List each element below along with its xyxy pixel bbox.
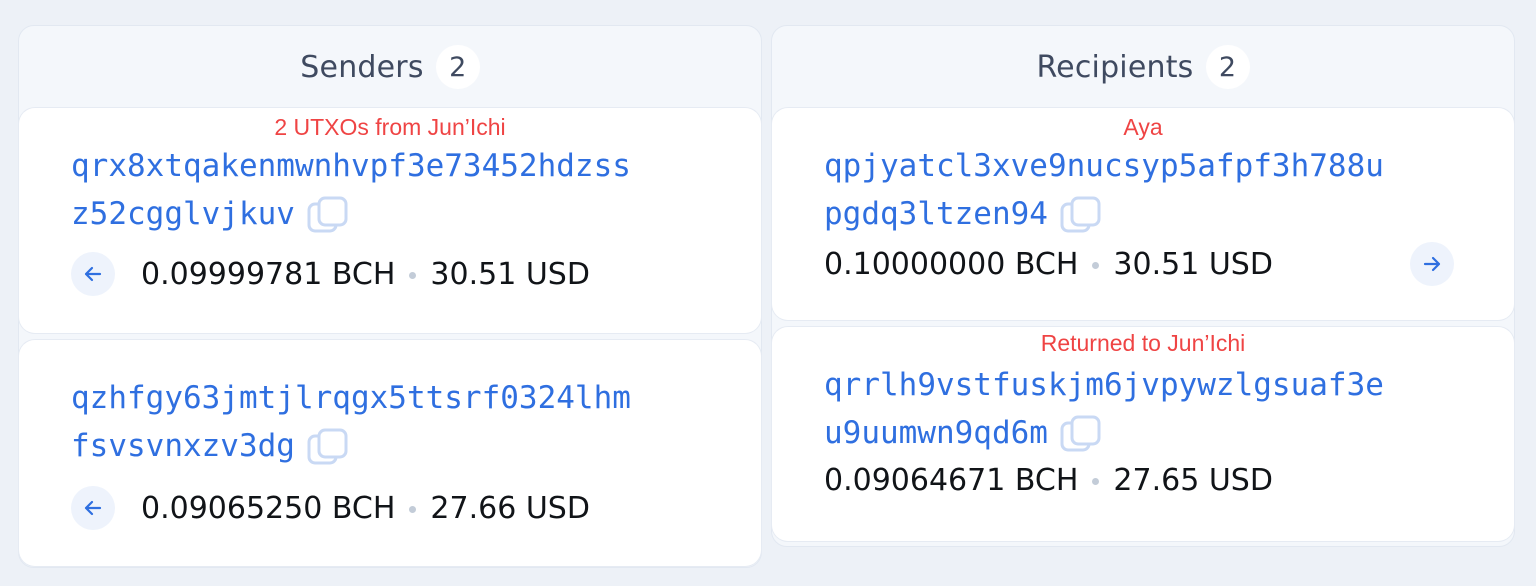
address-line[interactable]: u9uumwn9qd6m: [824, 415, 1048, 451]
address-line[interactable]: qpjyatcl3xve9nucsyp5afpf3h788u: [824, 148, 1384, 184]
senders-panel: Senders 2 2 UTXOs from Jun’Ichi qrx8xtqa…: [18, 25, 762, 568]
sender-note: 2 UTXOs from Jun’Ichi: [274, 114, 506, 140]
sender-card: qzhfgy63jmtjlrqgx5ttsrf0324lhm fsvsvnxzv…: [19, 340, 761, 566]
copy-icon[interactable]: [307, 196, 351, 236]
separator-dot: [1092, 261, 1100, 269]
arrow-left-icon[interactable]: [71, 486, 115, 530]
recipients-header: Recipients 2: [772, 26, 1514, 108]
bch-amount: 0.09065250 BCH: [141, 490, 396, 526]
recipients-count-badge: 2: [1205, 45, 1250, 89]
senders-title: Senders: [300, 49, 424, 85]
separator-dot: [409, 271, 417, 279]
copy-icon[interactable]: [1060, 415, 1104, 455]
usd-amount: 30.51 USD: [430, 256, 590, 292]
separator-dot: [409, 505, 417, 513]
address-line[interactable]: qrx8xtqakenmwnhvpf3e73452hdzss: [71, 148, 631, 184]
recipient-address[interactable]: qrrlh9vstfuskjm6jvpywzlgsuaf3e u9uumwn9q…: [824, 361, 1464, 457]
address-line[interactable]: fsvsvnxzv3dg: [71, 428, 295, 464]
amount-row: 0.10000000 BCH 30.51 USD: [824, 242, 1454, 286]
address-line[interactable]: qrrlh9vstfuskjm6jvpywzlgsuaf3e: [824, 367, 1384, 403]
arrow-left-icon[interactable]: [71, 252, 115, 296]
usd-amount: 27.65 USD: [1113, 463, 1273, 498]
amount-row: 0.09999781 BCH 30.51 USD: [71, 252, 701, 296]
sender-address[interactable]: qrx8xtqakenmwnhvpf3e73452hdzss z52cgglvj…: [71, 142, 711, 238]
sender-card: 2 UTXOs from Jun’Ichi qrx8xtqakenmwnhvpf…: [19, 108, 761, 333]
usd-amount: 27.66 USD: [430, 490, 590, 526]
address-line[interactable]: qzhfgy63jmtjlrqgx5ttsrf0324lhm: [71, 380, 631, 416]
amount-row: 0.09065250 BCH 27.66 USD: [71, 486, 701, 530]
bch-amount: 0.09064671 BCH: [824, 463, 1079, 498]
address-line[interactable]: z52cgglvjkuv: [71, 196, 295, 232]
copy-icon[interactable]: [307, 428, 351, 468]
usd-amount: 30.51 USD: [1113, 246, 1273, 282]
arrow-right-icon[interactable]: [1410, 242, 1454, 286]
copy-icon[interactable]: [1060, 196, 1104, 236]
bch-amount: 0.09999781 BCH: [141, 256, 396, 292]
recipient-note: Returned to Jun’Ichi: [1040, 330, 1246, 356]
bch-amount: 0.10000000 BCH: [824, 246, 1079, 282]
senders-header: Senders 2: [19, 26, 761, 108]
recipient-note: Aya: [1123, 114, 1163, 140]
amount-row: 0.09064671 BCH 27.65 USD: [824, 463, 1454, 498]
separator-dot: [1092, 478, 1100, 485]
recipients-title: Recipients: [1036, 49, 1194, 85]
address-line[interactable]: pgdq3ltzen94: [824, 196, 1048, 232]
senders-count-badge: 2: [435, 45, 480, 89]
recipient-card: Returned to Jun’Ichi qrrlh9vstfuskjm6jvp…: [772, 327, 1514, 541]
recipient-address[interactable]: qpjyatcl3xve9nucsyp5afpf3h788u pgdq3ltze…: [824, 142, 1464, 238]
sender-address[interactable]: qzhfgy63jmtjlrqgx5ttsrf0324lhm fsvsvnxzv…: [71, 374, 711, 470]
recipient-card: Aya qpjyatcl3xve9nucsyp5afpf3h788u pgdq3…: [772, 108, 1514, 320]
recipients-panel: Recipients 2 Aya qpjyatcl3xve9nucsyp5afp…: [771, 25, 1515, 547]
